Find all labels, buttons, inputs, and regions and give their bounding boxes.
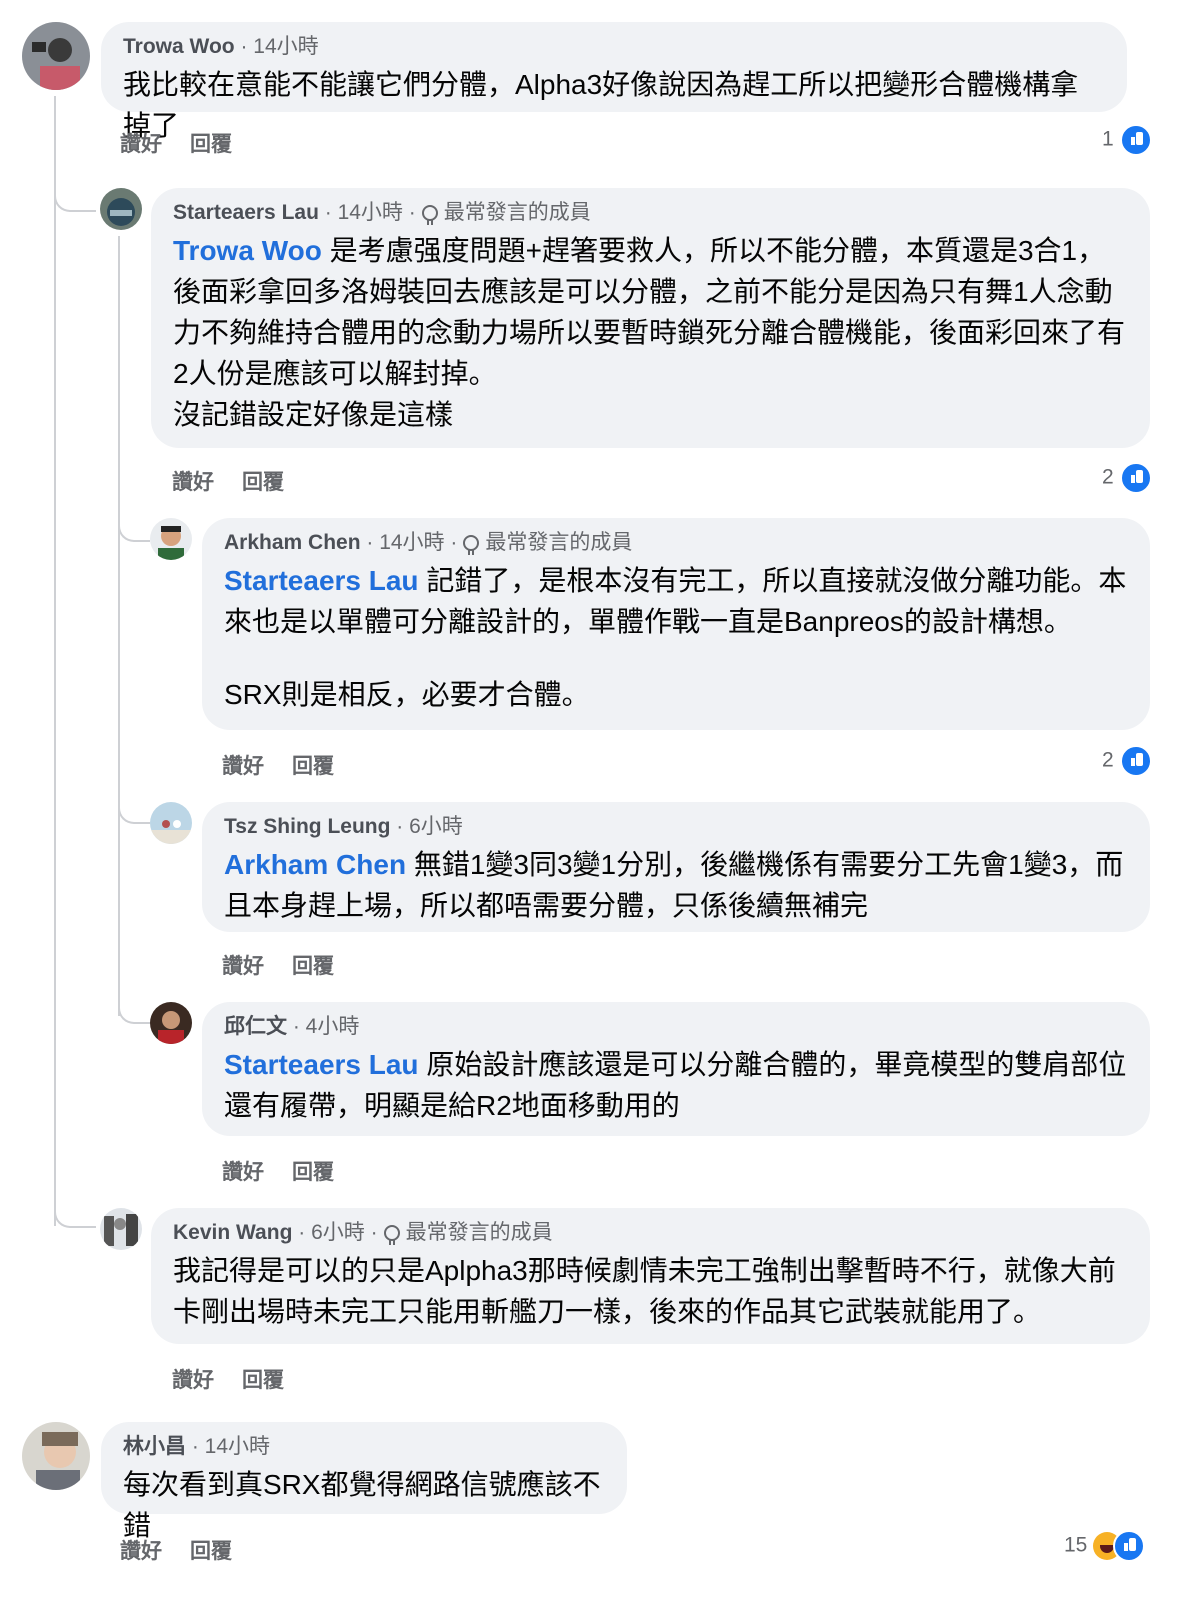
comment-text: 我記得是可以的只是Aplpha3那時候劇情未完工強制出擊暫時不行，就像大前卡剛出… xyxy=(173,1255,1116,1327)
comment-text: Starteaers Lau 原始設計應該還是可以分離合體的，畢竟模型的雙肩部位… xyxy=(224,1044,1128,1126)
timestamp[interactable]: · 14小時 xyxy=(240,35,318,58)
author-name[interactable]: 林小昌 xyxy=(123,1435,186,1458)
like-button[interactable]: 讚好 xyxy=(222,755,264,778)
like-icon xyxy=(1119,124,1152,156)
comment-actions: 讚好 回覆 xyxy=(172,466,312,496)
reaction-count[interactable]: 1 xyxy=(1102,124,1152,156)
mention-link[interactable]: Arkham Chen xyxy=(224,849,406,880)
comment-actions: 讚好 回覆 xyxy=(222,750,362,780)
thread-line-main xyxy=(54,96,56,1226)
comment-text: Trowa Woo 是考慮强度問題+趕箸要救人，所以不能分體，本質還是3合1，後… xyxy=(173,230,1128,394)
comment-text: Arkham Chen 無錯1變3同3變1分別，後繼機係有需要分工先會1變3，而… xyxy=(224,844,1128,926)
comment-actions: 讚好 回覆 xyxy=(222,1156,362,1186)
like-button[interactable]: 讚好 xyxy=(172,471,214,494)
author-name[interactable]: Tsz Shing Leung xyxy=(224,815,390,838)
comment-meta: Tsz Shing Leung · 6小時 xyxy=(224,814,1128,840)
timestamp[interactable]: · 14小時 · xyxy=(366,531,457,554)
author-name[interactable]: Arkham Chen xyxy=(224,531,361,554)
timestamp[interactable]: · 6小時 xyxy=(396,815,463,838)
thread-line-sub xyxy=(118,236,120,1016)
badge-label: 最常發言的成員 xyxy=(485,531,633,554)
thread-line-2 xyxy=(118,490,150,542)
timestamp[interactable]: · 14小時 xyxy=(192,1435,270,1458)
comment-meta: 邱仁文 · 4小時 xyxy=(224,1014,1128,1040)
top-contributor-icon xyxy=(463,535,480,555)
reply-button[interactable]: 回覆 xyxy=(190,133,232,156)
comment-bubble-3: Arkham Chen · 14小時 · 最常發言的成員 Starteaers L… xyxy=(202,518,1150,730)
reaction-count[interactable]: 15 xyxy=(1064,1530,1146,1562)
comment-text: Starteaers Lau 記錯了，是根本沒有完工，所以直接就沒做分離功能。本… xyxy=(224,560,1128,642)
comment-bubble-7: 林小昌 · 14小時 每次看到真SRX都覺得網路信號應該不錯 xyxy=(101,1422,627,1541)
badge-label: 最常發言的成員 xyxy=(443,201,591,224)
reply-button[interactable]: 回覆 xyxy=(242,471,284,494)
reply-button[interactable]: 回覆 xyxy=(292,955,334,978)
mention-link[interactable]: Starteaers Lau xyxy=(224,1049,419,1080)
reaction-number: 1 xyxy=(1102,127,1114,151)
like-icon xyxy=(1113,1530,1146,1562)
badge-label: 最常發言的成員 xyxy=(405,1221,553,1244)
comment-bubble-6: Kevin Wang · 6小時 · 最常發言的成員 我記得是可以的只是Aplph… xyxy=(151,1208,1150,1344)
comment-meta: 林小昌 · 14小時 xyxy=(123,1434,605,1460)
reply-button[interactable]: 回覆 xyxy=(242,1369,284,1392)
reaction-number: 2 xyxy=(1102,465,1114,489)
like-button[interactable]: 讚好 xyxy=(172,1369,214,1392)
mention-link[interactable]: Trowa Woo xyxy=(173,235,322,266)
avatar-arkham-chen[interactable] xyxy=(150,518,192,560)
timestamp[interactable]: · 4小時 xyxy=(293,1015,360,1038)
reaction-number: 2 xyxy=(1102,748,1114,772)
timestamp[interactable]: · 6小時 · xyxy=(298,1221,377,1244)
author-name[interactable]: Kevin Wang xyxy=(173,1221,292,1244)
comment-meta: Kevin Wang · 6小時 · 最常發言的成員 xyxy=(173,1220,1128,1246)
comment-meta: Arkham Chen · 14小時 · 最常發言的成員 xyxy=(224,530,1128,556)
comment-bubble-1: Trowa Woo · 14小時 我比較在意能不能讓它們分體，Alpha3好像說… xyxy=(101,22,1127,141)
like-button[interactable]: 讚好 xyxy=(222,955,264,978)
reply-button[interactable]: 回覆 xyxy=(292,1161,334,1184)
author-name[interactable]: 邱仁文 xyxy=(224,1015,287,1038)
comment-actions: 讚好 回覆 xyxy=(120,1535,260,1565)
avatar-lin-xiaochang[interactable] xyxy=(22,1422,90,1490)
avatar-starteaers-lau[interactable] xyxy=(100,188,142,230)
comment-bubble-5: 邱仁文 · 4小時 Starteaers Lau 原始設計應該還是可以分離合體的… xyxy=(202,1002,1150,1136)
author-name[interactable]: Trowa Woo xyxy=(123,35,235,58)
comment-text-line2: 沒記錯設定好像是這樣 xyxy=(173,399,454,430)
like-button[interactable]: 讚好 xyxy=(120,1540,162,1563)
comment-actions: 讚好 回覆 xyxy=(222,950,362,980)
reply-button[interactable]: 回覆 xyxy=(292,755,334,778)
comment-meta: Trowa Woo · 14小時 xyxy=(123,34,1105,60)
reaction-count[interactable]: 2 xyxy=(1102,462,1152,494)
reaction-number: 15 xyxy=(1064,1533,1088,1557)
reply-button[interactable]: 回覆 xyxy=(190,1540,232,1563)
thread-line-4 xyxy=(118,980,150,1024)
like-icon xyxy=(1119,462,1152,494)
mention-link[interactable]: Starteaers Lau xyxy=(224,565,419,596)
avatar-kevin-wang[interactable] xyxy=(100,1208,142,1250)
avatar-qiu-renwen[interactable] xyxy=(150,1002,192,1044)
comment-text-line2: SRX則是相反，必要才合體。 xyxy=(224,679,590,710)
thread-line-kevin xyxy=(54,1180,96,1228)
author-name[interactable]: Starteaers Lau xyxy=(173,201,319,224)
comment-text: 每次看到真SRX都覺得網路信號應該不錯 xyxy=(123,1469,601,1541)
top-contributor-icon xyxy=(421,205,438,225)
like-icon xyxy=(1119,745,1152,777)
thread-line-3 xyxy=(118,780,150,824)
comment-actions: 讚好 回覆 xyxy=(120,128,260,158)
timestamp[interactable]: · 14小時 · xyxy=(325,201,416,224)
avatar-trowa-woo[interactable] xyxy=(22,22,90,90)
like-button[interactable]: 讚好 xyxy=(222,1161,264,1184)
thread-line-1 xyxy=(54,96,96,212)
avatar-tsz-shing-leung[interactable] xyxy=(150,802,192,844)
reaction-count[interactable]: 2 xyxy=(1102,745,1152,777)
comment-bubble-4: Tsz Shing Leung · 6小時 Arkham Chen 無錯1變3同… xyxy=(202,802,1150,932)
like-button[interactable]: 讚好 xyxy=(120,133,162,156)
comment-text: 我比較在意能不能讓它們分體，Alpha3好像說因為趕工所以把變形合體機構拿掉了 xyxy=(123,69,1079,141)
comment-meta: Starteaers Lau · 14小時 · 最常發言的成員 xyxy=(173,200,1128,226)
comment-actions: 讚好 回覆 xyxy=(172,1364,312,1394)
top-contributor-icon xyxy=(383,1225,400,1245)
comment-bubble-2: Starteaers Lau · 14小時 · 最常發言的成員 Trowa Woo… xyxy=(151,188,1150,448)
